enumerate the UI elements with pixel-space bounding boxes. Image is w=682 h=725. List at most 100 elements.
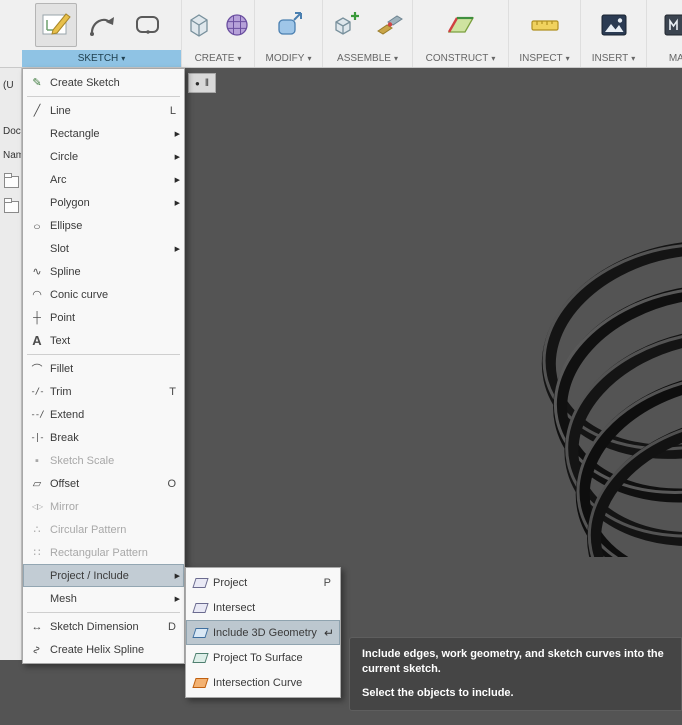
create-tab-label: CREATE bbox=[194, 53, 235, 64]
submenu-item-project-to-surface[interactable]: Project To Surface bbox=[186, 645, 340, 670]
menu-item-sketch-dimension[interactable]: ↔ Sketch Dimension D bbox=[23, 615, 184, 638]
viewport-mini-toolbar[interactable]: ● ‖ bbox=[188, 73, 216, 93]
new-body-toolbar-button[interactable] bbox=[182, 3, 216, 47]
insert-tab[interactable]: INSERT ▾ bbox=[581, 50, 646, 67]
menu-item-rectangular-pattern[interactable]: ∷ Rectangular Pattern bbox=[23, 541, 184, 564]
toolbar-group-sketch: SKETCH ▾ bbox=[22, 0, 182, 67]
record-icon: ● bbox=[195, 78, 200, 88]
menu-separator bbox=[27, 354, 180, 355]
construct-tab[interactable]: CONSTRUCT ▾ bbox=[413, 50, 508, 67]
menu-item-conic-curve[interactable]: ◠ Conic curve bbox=[23, 283, 184, 306]
menu-item-point[interactable]: ┼ Point bbox=[23, 306, 184, 329]
insert-image-toolbar-button[interactable] bbox=[593, 3, 635, 47]
menu-item-line[interactable]: ╱ Line L bbox=[23, 99, 184, 122]
create-sketch-toolbar-button[interactable] bbox=[34, 3, 77, 47]
project-to-surface-icon bbox=[191, 650, 209, 666]
measure-toolbar-button[interactable] bbox=[524, 3, 566, 47]
blank-icon bbox=[28, 195, 46, 211]
mirror-icon: ◁▷ bbox=[31, 502, 43, 511]
menu-item-ellipse[interactable]: ○ Ellipse bbox=[23, 214, 184, 237]
submenu-arrow-icon: ▶ bbox=[174, 245, 180, 253]
menu-item-extend[interactable]: --/ Extend bbox=[23, 403, 184, 426]
menu-item-label: Rectangle bbox=[50, 127, 100, 140]
box-icon bbox=[190, 14, 208, 37]
blank-icon bbox=[28, 241, 46, 257]
submenu-item-intersect[interactable]: Intersect bbox=[186, 595, 340, 620]
caret-icon: ▾ bbox=[121, 53, 126, 63]
menu-item-label: Create Helix Spline bbox=[50, 643, 145, 656]
menu-item-label: Sketch Scale bbox=[50, 454, 115, 467]
submenu-item-label: Project To Surface bbox=[213, 651, 303, 664]
tooltip-instruction: Select the objects to include. bbox=[362, 686, 514, 699]
shortcut-label: O bbox=[167, 477, 176, 490]
tooltip-description: Include edges, work geometry, and sketch… bbox=[362, 648, 664, 675]
submenu-item-label: Intersect bbox=[213, 601, 256, 614]
menu-item-arc[interactable]: Arc ▶ bbox=[23, 168, 184, 191]
menu-item-mesh[interactable]: Mesh ▶ bbox=[23, 587, 184, 610]
menu-item-rectangle[interactable]: Rectangle ▶ bbox=[23, 122, 184, 145]
menu-item-offset[interactable]: ▱ Offset O bbox=[23, 472, 184, 495]
construction-plane-icon bbox=[447, 16, 474, 33]
make-toolbar-button[interactable] bbox=[655, 3, 682, 47]
construct-plane-toolbar-button[interactable] bbox=[440, 3, 482, 47]
create-form-toolbar-button[interactable] bbox=[220, 3, 254, 47]
menu-item-fillet[interactable]: ⌒ Fillet bbox=[23, 357, 184, 380]
menu-item-spline[interactable]: ∿ Spline bbox=[23, 260, 184, 283]
inspect-tab[interactable]: INSPECT ▾ bbox=[509, 50, 580, 67]
menu-item-text[interactable]: A Text bbox=[23, 329, 184, 352]
spline-toolbar-button[interactable] bbox=[81, 3, 123, 47]
menu-item-circular-pattern[interactable]: ∴ Circular Pattern bbox=[23, 518, 184, 541]
make-tab-label: MAKE bbox=[668, 53, 682, 64]
menu-item-label: Line bbox=[50, 104, 71, 117]
menu-item-polygon[interactable]: Polygon ▶ bbox=[23, 191, 184, 214]
trim-icon: -/- bbox=[30, 386, 44, 397]
insert-tab-label: INSERT bbox=[591, 53, 629, 64]
folder-icon[interactable] bbox=[4, 198, 19, 213]
folder-icon[interactable] bbox=[4, 173, 19, 188]
menu-item-trim[interactable]: -/- Trim T bbox=[23, 380, 184, 403]
sketch-tab[interactable]: SKETCH ▾ bbox=[22, 50, 181, 67]
menu-item-label: Create Sketch bbox=[50, 76, 120, 89]
create-tab[interactable]: CREATE ▾ bbox=[182, 50, 254, 67]
sketch-rectangle-toolbar-button[interactable] bbox=[127, 3, 169, 47]
shortcut-label: D bbox=[168, 620, 176, 633]
submenu-item-include-3d-geometry[interactable]: Include 3D Geometry ↵ bbox=[186, 620, 340, 645]
assemble-tab[interactable]: ASSEMBLE ▾ bbox=[323, 50, 412, 67]
submenu-arrow-icon: ▶ bbox=[174, 595, 180, 603]
menu-item-label: Mirror bbox=[50, 500, 79, 513]
menu-item-create-helix-spline[interactable]: ∿ Create Helix Spline bbox=[23, 638, 184, 661]
submenu-item-label: Include 3D Geometry bbox=[213, 626, 317, 639]
press-pull-toolbar-button[interactable] bbox=[268, 3, 310, 47]
menu-item-break[interactable]: -|- Break bbox=[23, 426, 184, 449]
menu-item-circle[interactable]: Circle ▶ bbox=[23, 145, 184, 168]
offset-icon: ▱ bbox=[32, 478, 42, 490]
submenu-item-project[interactable]: Project P bbox=[186, 570, 340, 595]
rounded-rectangle-icon bbox=[135, 16, 159, 34]
document-tab-text: (U bbox=[3, 80, 14, 91]
spline-icon: ∿ bbox=[32, 266, 42, 278]
submenu-item-intersection-curve[interactable]: Intersection Curve bbox=[186, 670, 340, 695]
menu-item-label: Text bbox=[50, 334, 71, 347]
menu-item-slot[interactable]: Slot ▶ bbox=[23, 237, 184, 260]
modify-tab[interactable]: MODIFY ▾ bbox=[255, 50, 322, 67]
make-tab[interactable]: MAKE ▾ bbox=[647, 50, 682, 67]
menu-separator bbox=[27, 612, 180, 613]
measure-ruler-icon bbox=[530, 20, 559, 31]
menu-item-mirror[interactable]: ◁▷ Mirror bbox=[23, 495, 184, 518]
menu-item-project-include[interactable]: Project / Include ▶ bbox=[23, 564, 184, 587]
menu-item-create-sketch[interactable]: ✎ Create Sketch bbox=[23, 71, 184, 94]
shortcut-label: P bbox=[323, 576, 331, 589]
spline-arrow-icon bbox=[89, 17, 114, 36]
new-component-toolbar-button[interactable] bbox=[325, 3, 366, 47]
rectangular-pattern-icon: ∷ bbox=[33, 547, 41, 559]
toolbar-group-assemble: ASSEMBLE ▾ bbox=[323, 0, 413, 67]
menu-item-sketch-scale[interactable]: ▪ Sketch Scale bbox=[23, 449, 184, 472]
intersect-icon bbox=[191, 600, 209, 616]
submenu-item-label: Project bbox=[213, 576, 248, 589]
menu-item-label: Spline bbox=[50, 265, 81, 278]
text-icon: A bbox=[32, 333, 42, 348]
command-tooltip: Include edges, work geometry, and sketch… bbox=[349, 637, 682, 711]
joint-toolbar-button[interactable] bbox=[370, 3, 411, 47]
press-pull-icon bbox=[277, 12, 302, 35]
return-arrow-icon: ↵ bbox=[323, 625, 334, 640]
